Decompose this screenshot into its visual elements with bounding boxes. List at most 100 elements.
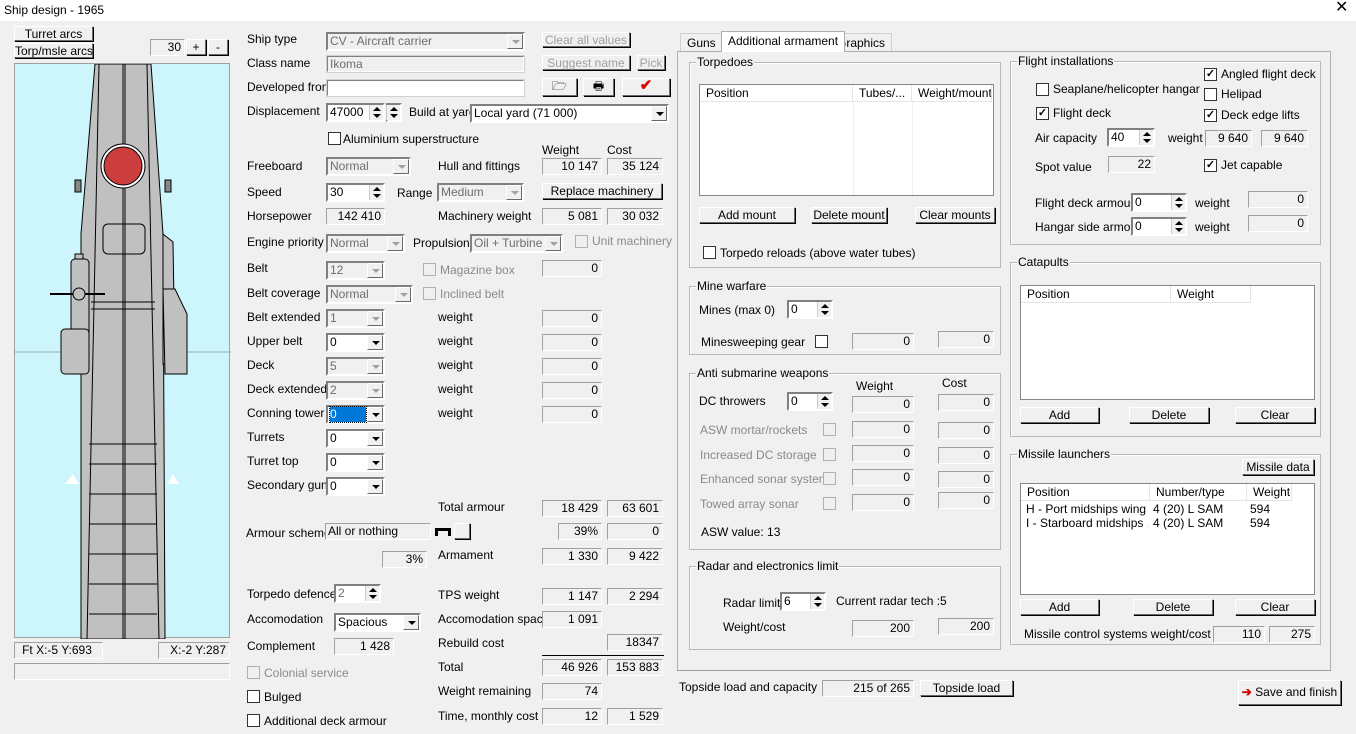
chevron-down-icon[interactable] — [545, 236, 561, 251]
zoom-out-button[interactable]: - — [208, 39, 228, 55]
table-row[interactable]: H - Port midships wing 4 (20) L SAM 594 — [1021, 502, 1314, 516]
column-weight-mount[interactable]: Weight/mount — [912, 85, 992, 102]
clear-mounts-button[interactable]: Clear mounts — [915, 207, 995, 223]
turret-arcs-button[interactable]: Turret arcs — [14, 26, 93, 41]
tab-guns[interactable]: Guns — [680, 33, 723, 52]
chevron-down-icon[interactable] — [367, 479, 383, 494]
column-position[interactable]: Position — [1021, 286, 1171, 303]
close-icon[interactable]: ✕ — [1335, 0, 1348, 16]
missile-data-button[interactable]: Missile data — [1242, 459, 1314, 475]
open-folder-button[interactable]: 🗁 — [542, 78, 577, 96]
column-position[interactable]: Position — [1021, 484, 1150, 501]
flight-deck-armour-spinner[interactable]: 0 — [1131, 193, 1187, 212]
chevron-down-icon[interactable] — [506, 185, 522, 200]
spinner-arrows-icon[interactable] — [1171, 219, 1185, 234]
torpedo-defence-spinner[interactable]: 2 — [334, 584, 381, 603]
jet-capable-checkbox[interactable]: ✓ — [1204, 159, 1217, 172]
column-number-type[interactable]: Number/type — [1150, 484, 1247, 501]
upper-belt-select[interactable]: 0 — [326, 333, 385, 352]
torpedoes-list[interactable]: Position Tubes/... Weight/mount — [699, 84, 994, 196]
seaplane-hangar-checkbox[interactable] — [1036, 83, 1049, 96]
torpedo-reloads-checkbox[interactable] — [703, 246, 716, 259]
enhanced-sonar-checkbox[interactable] — [823, 472, 836, 485]
chevron-down-icon[interactable] — [507, 34, 523, 49]
dc-throwers-spinner[interactable]: 0 — [787, 392, 833, 411]
helipad-checkbox[interactable] — [1204, 88, 1217, 101]
magazine-box-checkbox[interactable] — [423, 263, 436, 276]
delete-mount-button[interactable]: Delete mount — [811, 207, 887, 223]
tab-additional-armament[interactable]: Additional armament — [721, 31, 846, 52]
catapults-list[interactable]: Position Weight — [1020, 285, 1315, 400]
towed-array-checkbox[interactable] — [823, 497, 836, 510]
speed-spinner[interactable]: 30 — [326, 183, 385, 202]
chevron-down-icon[interactable] — [367, 263, 383, 278]
deck-edge-lifts-checkbox[interactable]: ✓ — [1204, 109, 1217, 122]
torp-arcs-button[interactable]: Torp/msle arcs — [14, 43, 93, 58]
table-row[interactable]: I - Starboard midships ... 4 (20) L SAM … — [1021, 516, 1314, 530]
column-position[interactable]: Position — [700, 85, 853, 102]
spinner-arrows-icon[interactable] — [369, 105, 383, 120]
angled-flight-deck-checkbox[interactable]: ✓ — [1204, 68, 1217, 81]
displacement-spinner[interactable]: 47000 — [326, 103, 385, 122]
propulsion-select[interactable]: Oil + Turbine — [470, 234, 563, 253]
chevron-down-icon[interactable] — [393, 159, 409, 174]
chevron-down-icon[interactable] — [395, 287, 411, 302]
confirm-button[interactable]: ✔ — [622, 78, 670, 96]
turrets-select[interactable]: 0 — [326, 429, 385, 448]
missile-clear-button[interactable]: Clear — [1235, 599, 1315, 615]
spinner-arrows-icon[interactable] — [386, 105, 400, 120]
spinner-arrows-icon[interactable] — [810, 594, 824, 609]
developed-from-input[interactable] — [326, 79, 525, 97]
spinner-arrows-icon[interactable] — [1139, 130, 1153, 145]
ship-type-select[interactable]: CV - Aircraft carrier — [326, 32, 525, 51]
chevron-down-icon[interactable] — [367, 431, 383, 446]
suggest-name-button[interactable]: Suggest name — [542, 55, 630, 70]
bulged-checkbox[interactable] — [247, 690, 260, 703]
ship-drawing[interactable] — [14, 63, 231, 640]
chevron-down-icon[interactable] — [367, 383, 383, 398]
turret-top-select[interactable]: 0 — [326, 453, 385, 472]
asw-mortar-checkbox[interactable] — [823, 423, 836, 436]
missile-delete-button[interactable]: Delete — [1133, 599, 1213, 615]
belt-select[interactable]: 12 — [326, 261, 385, 280]
belt-extended-select[interactable]: 1 — [326, 309, 385, 328]
catapult-add-button[interactable]: Add — [1020, 407, 1099, 423]
chevron-down-icon[interactable] — [367, 335, 383, 350]
chevron-down-icon[interactable] — [403, 615, 419, 630]
spinner-arrows-icon[interactable] — [817, 394, 831, 409]
accomodation-select[interactable]: Spacious — [334, 613, 421, 632]
pick-button[interactable]: Pick — [637, 55, 665, 70]
topside-load-button[interactable]: Topside load — [920, 680, 1013, 696]
deck-extended-select[interactable]: 2 — [326, 381, 385, 400]
radar-limit-spinner[interactable]: 6 — [780, 592, 826, 611]
colonial-service-checkbox[interactable] — [247, 666, 260, 679]
conning-tower-select[interactable]: 0 — [326, 405, 385, 424]
belt-coverage-select[interactable]: Normal — [326, 285, 413, 304]
chevron-down-icon[interactable] — [367, 407, 383, 422]
range-select[interactable]: Medium — [437, 183, 524, 202]
chevron-down-icon[interactable] — [651, 106, 667, 121]
armour-scheme-button[interactable] — [454, 523, 470, 539]
chevron-down-icon[interactable] — [387, 236, 403, 251]
freeboard-select[interactable]: Normal — [326, 157, 411, 176]
replace-machinery-button[interactable]: Replace machinery — [542, 183, 662, 199]
flight-deck-checkbox[interactable]: ✓ — [1036, 107, 1049, 120]
deck-select[interactable]: 5 — [326, 357, 385, 376]
increased-dc-checkbox[interactable] — [823, 448, 836, 461]
missile-launchers-list[interactable]: Position Number/type Weight H - Port mid… — [1020, 483, 1315, 595]
additional-deck-armour-checkbox[interactable] — [247, 714, 260, 727]
catapult-clear-button[interactable]: Clear — [1235, 407, 1315, 423]
clear-all-button[interactable]: Clear all values — [542, 32, 630, 47]
spinner-arrows-icon[interactable] — [365, 586, 379, 601]
add-mount-button[interactable]: Add mount — [699, 207, 795, 223]
chevron-down-icon[interactable] — [367, 359, 383, 374]
minesweeping-checkbox[interactable] — [815, 335, 828, 348]
class-name-input[interactable]: Ikoma — [326, 55, 525, 73]
secondary-guns-select[interactable]: 0 — [326, 477, 385, 496]
catapult-delete-button[interactable]: Delete — [1129, 407, 1209, 423]
hangar-side-armour-spinner[interactable]: 0 — [1131, 217, 1187, 236]
column-weight[interactable]: Weight — [1171, 286, 1251, 303]
mines-spinner[interactable]: 0 — [787, 300, 833, 319]
displacement-coarse-spinner[interactable] — [386, 103, 402, 122]
inclined-belt-checkbox[interactable] — [423, 287, 436, 300]
